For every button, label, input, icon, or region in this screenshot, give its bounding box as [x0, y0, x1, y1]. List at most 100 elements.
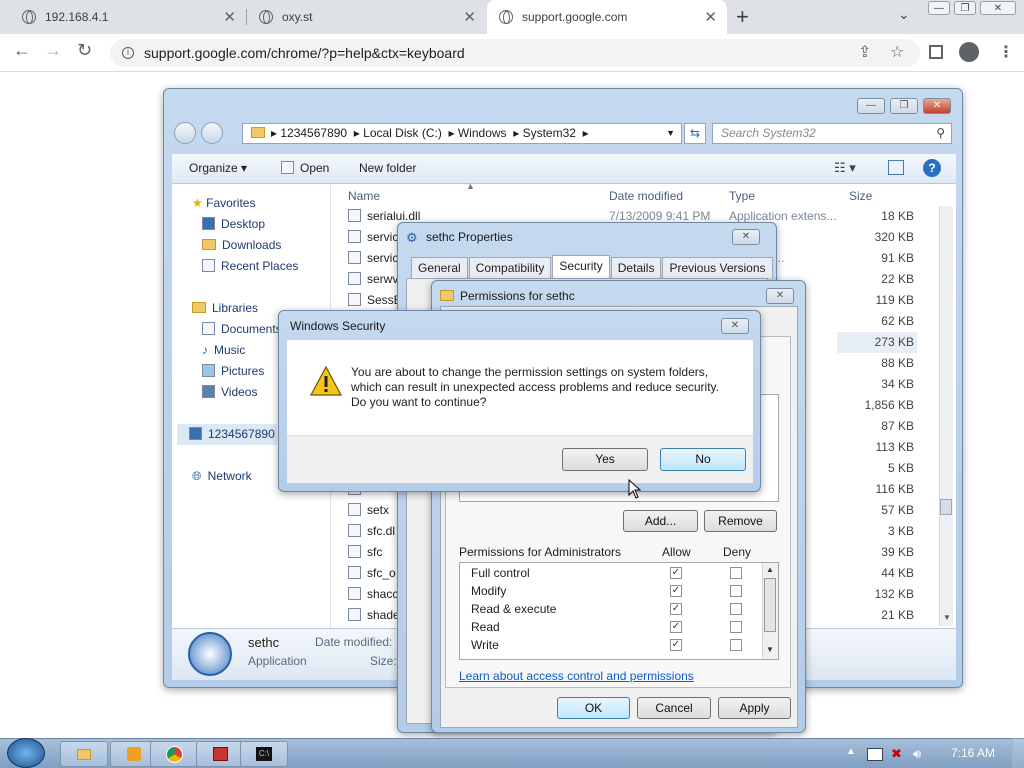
forward-icon[interactable]: →: [44, 40, 62, 61]
show-hidden-icons-icon[interactable]: ▲: [846, 746, 856, 757]
cancel-button[interactable]: Cancel: [637, 697, 711, 719]
action-center-icon[interactable]: [867, 748, 883, 761]
taskbar-explorer-button[interactable]: [60, 741, 108, 767]
explorer-maximize-icon[interactable]: ❐: [890, 98, 918, 114]
clock-time[interactable]: 7:16 AM: [951, 746, 995, 760]
properties-tab[interactable]: Details: [610, 257, 662, 278]
scroll-up-icon[interactable]: ▲: [766, 565, 774, 574]
reload-icon[interactable]: ↻: [77, 40, 92, 61]
taskbar-app-button[interactable]: [196, 741, 244, 767]
file-icon: [348, 293, 361, 306]
add-button[interactable]: Add...: [623, 510, 698, 532]
back-icon[interactable]: ←: [13, 40, 31, 61]
organize-button[interactable]: Organize ▾: [189, 161, 247, 175]
start-button[interactable]: [7, 738, 45, 768]
allow-checkbox[interactable]: ✓: [670, 621, 682, 633]
allow-checkbox[interactable]: ✓: [670, 603, 682, 615]
scroll-down-icon[interactable]: ▼: [766, 645, 774, 654]
preview-pane-icon[interactable]: [888, 160, 904, 175]
deny-checkbox[interactable]: [730, 585, 742, 597]
properties-tab[interactable]: Security: [552, 255, 610, 278]
browser-tab-active[interactable]: support.google.com ✕: [487, 0, 727, 34]
properties-tab[interactable]: Compatibility: [468, 257, 552, 278]
new-folder-button[interactable]: New folder: [359, 161, 416, 175]
view-options-icon[interactable]: ☷ ▾: [834, 160, 856, 176]
allow-checkbox[interactable]: ✓: [670, 639, 682, 651]
chrome-icon: [165, 746, 183, 763]
permissions-header: Permissions for Administrators: [459, 545, 622, 559]
info-icon[interactable]: i: [122, 47, 134, 59]
nav-downloads[interactable]: Downloads: [192, 235, 298, 256]
videos-icon: [202, 385, 215, 398]
column-header-name[interactable]: Name: [348, 189, 380, 203]
deny-checkbox[interactable]: [730, 621, 742, 633]
file-icon: [348, 524, 361, 537]
nav-computer[interactable]: 1234567890: [177, 424, 277, 445]
open-button[interactable]: Open: [281, 161, 329, 175]
nav-favorites[interactable]: ★ Favorites: [192, 193, 298, 214]
minimize-icon[interactable]: —: [928, 1, 950, 15]
nav-recent-places[interactable]: Recent Places: [192, 256, 298, 277]
scrollbar-thumb[interactable]: [940, 499, 952, 515]
side-panel-icon[interactable]: [929, 45, 943, 59]
command-prompt-icon: C:\: [256, 747, 272, 761]
back-icon[interactable]: [174, 122, 196, 144]
apply-button[interactable]: Apply: [718, 697, 791, 719]
breadcrumb[interactable]: ▸ 1234567890 ▸ Local Disk (C:) ▸ Windows…: [242, 123, 682, 144]
permission-row: Modify ✓: [471, 582, 761, 600]
properties-tab[interactable]: General: [411, 257, 468, 278]
file-name: sfc_o: [367, 566, 396, 580]
share-icon[interactable]: ⇪: [858, 42, 871, 62]
explorer-close-icon[interactable]: ✕: [923, 98, 951, 114]
column-header-type[interactable]: Type: [729, 189, 755, 203]
close-window-icon[interactable]: ✕: [980, 1, 1016, 15]
column-header-size[interactable]: Size: [849, 189, 872, 203]
tab-search-chevron-icon[interactable]: ⌄: [898, 6, 910, 23]
security-close-icon[interactable]: ✕: [721, 318, 749, 334]
properties-close-icon[interactable]: ✕: [732, 229, 760, 245]
allow-checkbox[interactable]: ✓: [670, 585, 682, 597]
allow-checkbox[interactable]: ✓: [670, 567, 682, 579]
file-name: shacc: [367, 587, 399, 601]
yes-button[interactable]: Yes: [562, 448, 648, 471]
taskbar-cmd-button[interactable]: C:\: [240, 741, 288, 767]
browser-tab[interactable]: 192.168.4.1 ✕: [0, 0, 246, 34]
permission-label: Write: [471, 638, 499, 652]
deny-checkbox[interactable]: [730, 639, 742, 651]
profile-avatar-icon[interactable]: [959, 42, 979, 62]
scroll-down-icon[interactable]: ▼: [943, 613, 951, 622]
close-tab-icon[interactable]: ✕: [704, 8, 717, 26]
search-input[interactable]: Search System32 ⚲: [712, 123, 952, 144]
show-desktop-button[interactable]: [1012, 738, 1024, 768]
help-icon[interactable]: ?: [923, 159, 941, 177]
forward-icon[interactable]: [201, 122, 223, 144]
volume-icon[interactable]: 🔊︎: [913, 746, 921, 762]
network-warning-icon[interactable]: ✖: [891, 746, 902, 762]
file-size: 34 KB: [881, 377, 914, 391]
properties-tab[interactable]: Previous Versions: [662, 257, 773, 278]
ok-button[interactable]: OK: [557, 697, 630, 719]
permissions-close-icon[interactable]: ✕: [766, 288, 794, 304]
browser-tab[interactable]: oxy.st ✕: [247, 0, 486, 34]
close-tab-icon[interactable]: ✕: [223, 8, 236, 26]
file-icon: [348, 503, 361, 516]
close-tab-icon[interactable]: ✕: [463, 8, 476, 26]
new-tab-icon[interactable]: +: [736, 4, 749, 30]
learn-more-link[interactable]: Learn about access control and permissio…: [459, 669, 694, 683]
refresh-icon[interactable]: ⇆: [684, 123, 706, 144]
nav-network[interactable]: 🌐︎ Network: [192, 466, 252, 487]
address-bar[interactable]: i support.google.com/chrome/?p=help&ctx=k…: [110, 39, 920, 67]
deny-checkbox[interactable]: [730, 567, 742, 579]
remove-button[interactable]: Remove: [704, 510, 777, 532]
restore-icon[interactable]: ❐: [954, 1, 976, 15]
permissions-scroll-thumb[interactable]: [764, 578, 776, 632]
explorer-minimize-icon[interactable]: —: [857, 98, 885, 114]
no-button[interactable]: No: [660, 448, 746, 471]
deny-checkbox[interactable]: [730, 603, 742, 615]
bookmark-star-icon[interactable]: ☆: [890, 42, 904, 62]
nav-desktop[interactable]: Desktop: [192, 214, 298, 235]
vertical-scrollbar[interactable]: [939, 206, 953, 626]
column-header-date[interactable]: Date modified: [609, 189, 683, 203]
menu-icon[interactable]: ⋮: [998, 42, 1014, 62]
taskbar-chrome-button[interactable]: [150, 741, 198, 767]
